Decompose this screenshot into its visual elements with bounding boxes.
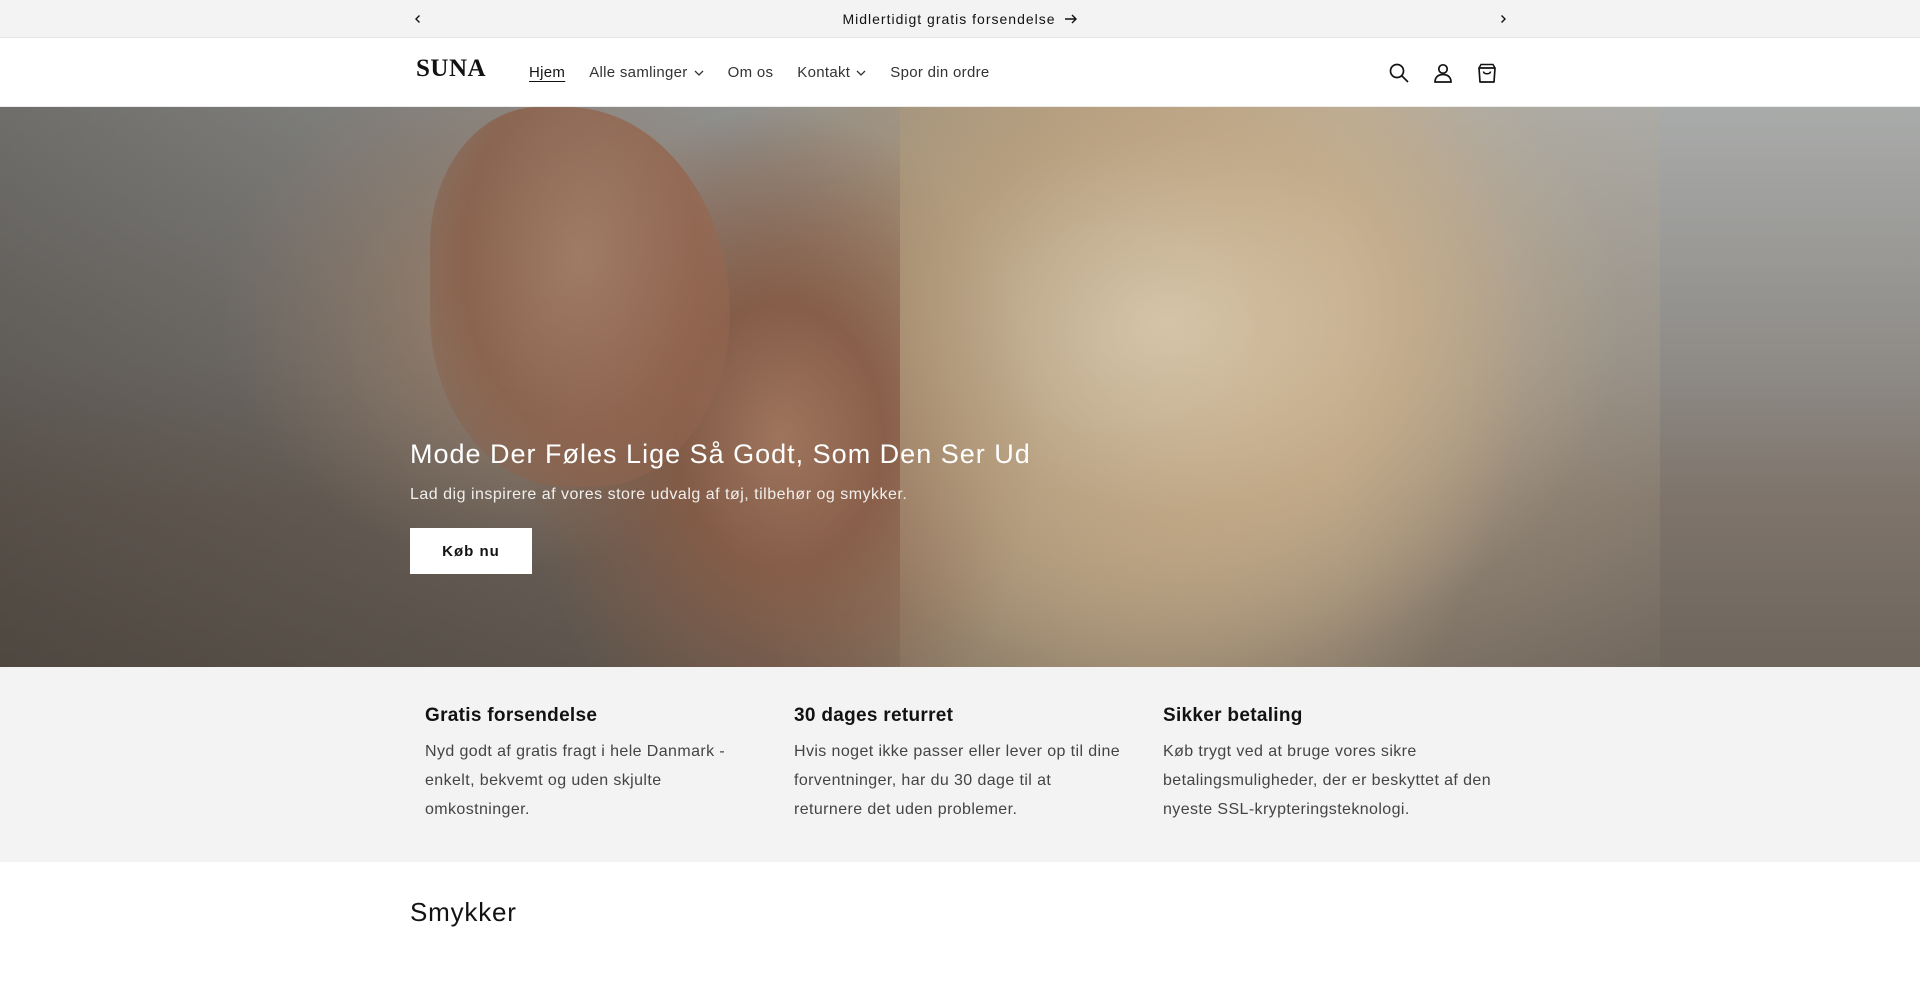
nav-item-collections[interactable]: Alle samlinger	[577, 64, 715, 81]
nav-item-label: Hjem	[529, 64, 566, 81]
nav-item-about[interactable]: Om os	[716, 64, 786, 81]
search-icon	[1389, 63, 1409, 83]
account-button[interactable]	[1429, 59, 1457, 87]
features-section: Gratis forsendelse Nyd godt af gratis fr…	[0, 667, 1920, 862]
arrow-right-icon	[1064, 14, 1077, 23]
header-icons	[1385, 38, 1501, 107]
feature-secure-payment: Sikker betaling Køb trygt ved at bruge v…	[1163, 705, 1493, 824]
section-title-jewelry: Smykker	[410, 897, 517, 927]
feature-title: Gratis forsendelse	[425, 705, 598, 726]
nav-item-label: Alle samlinger	[589, 64, 688, 81]
search-button[interactable]	[1385, 59, 1413, 87]
chevron-down-icon	[694, 70, 704, 76]
nav-item-label: Kontakt	[797, 64, 851, 81]
feature-text: Nyd godt af gratis fragt i hele Danmark …	[425, 743, 726, 818]
cart-button[interactable]	[1473, 59, 1501, 87]
feature-returns: 30 dages returret Hvis noget ikke passer…	[794, 705, 1124, 824]
feature-text: Hvis noget ikke passer eller lever op ti…	[794, 743, 1121, 818]
feature-title: 30 dages returret	[794, 705, 954, 726]
announcement-link[interactable]: Midlertidigt gratis forsendelse	[842, 11, 1077, 27]
announcement-prev-button[interactable]	[404, 0, 432, 38]
account-icon	[1434, 63, 1452, 83]
nav-item-label: Om os	[727, 64, 774, 81]
nav-item-home[interactable]: Hjem	[517, 64, 577, 81]
feature-free-shipping: Gratis forsendelse Nyd godt af gratis fr…	[425, 705, 755, 824]
hero-title: Mode Der Føles Lige Så Godt, Som Den Ser…	[410, 439, 1031, 469]
logo[interactable]: SUNA	[416, 55, 486, 83]
nav-item-track-order[interactable]: Spor din ordre	[878, 64, 1001, 81]
announcement-bar: Midlertidigt gratis forsendelse	[0, 0, 1920, 38]
announcement-next-button[interactable]	[1489, 0, 1517, 38]
hero-overlay	[0, 107, 1920, 667]
nav-item-contact[interactable]: Kontakt	[785, 64, 878, 81]
shop-now-button[interactable]: Køb nu	[410, 528, 532, 574]
feature-title: Sikker betaling	[1163, 705, 1303, 726]
cart-icon	[1478, 63, 1496, 83]
hero-banner: Mode Der Føles Lige Så Godt, Som Den Ser…	[0, 107, 1920, 667]
chevron-left-icon	[415, 15, 420, 23]
feature-text: Køb trygt ved at bruge vores sikre betal…	[1163, 743, 1492, 818]
nav-item-label: Spor din ordre	[890, 64, 990, 81]
hero-content: Mode Der Føles Lige Så Godt, Som Den Ser…	[410, 439, 1031, 574]
chevron-right-icon	[1501, 15, 1506, 23]
hero-subtitle: Lad dig inspirere af vores store udvalg …	[410, 486, 908, 503]
site-header: SUNA Hjem Alle samlinger Om os Kontakt S…	[0, 38, 1920, 107]
main-nav: Hjem Alle samlinger Om os Kontakt Spor d…	[517, 38, 1002, 107]
chevron-down-icon	[856, 70, 866, 76]
announcement-text: Midlertidigt gratis forsendelse	[842, 10, 1056, 27]
